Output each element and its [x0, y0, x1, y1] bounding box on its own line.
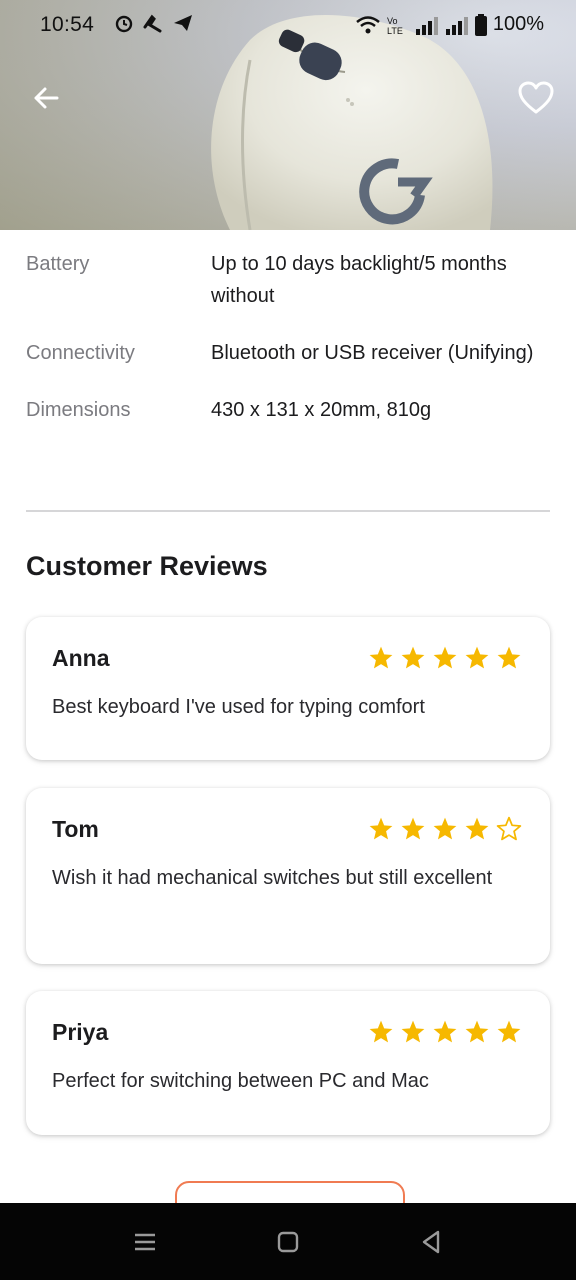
battery-icon	[474, 13, 487, 36]
status-time: 10:54	[40, 13, 95, 36]
review-card: Anna Best keyboard I've used for typing …	[26, 617, 550, 760]
arrow-left-icon	[34, 87, 59, 109]
home-square-icon[interactable]	[273, 1227, 303, 1257]
signal-icon	[415, 16, 438, 35]
review-card: Priya Perfect for switching between PC a…	[26, 991, 550, 1135]
spec-row-connectivity: Connectivity Bluetooth or USB receiver (…	[26, 337, 550, 369]
alarm-icon	[115, 15, 133, 33]
signal-icon	[445, 16, 468, 35]
review-text: Perfect for switching between PC and Mac	[52, 1070, 429, 1092]
svg-text:LTE: LTE	[387, 26, 403, 35]
reviewer-name: Tom	[52, 816, 99, 842]
spec-label: Connectivity	[26, 342, 135, 364]
spec-label: Battery	[26, 253, 90, 275]
volte-icon: VoLTE	[387, 16, 403, 35]
star-rating	[368, 816, 522, 842]
svg-text:Vo: Vo	[387, 16, 398, 26]
star-filled-icon	[369, 1020, 393, 1043]
review-text: Best keyboard I've used for typing comfo…	[52, 696, 425, 718]
spec-label: Dimensions	[26, 399, 131, 421]
star-rating	[368, 645, 522, 671]
telegram-icon	[174, 15, 192, 31]
spec-value: Up to 10 days backlight/5 months without	[211, 253, 507, 307]
call-icon	[143, 14, 162, 33]
review-text: Wish it had mechanical switches but stil…	[52, 867, 493, 889]
spec-list: Battery Up to 10 days backlight/5 months…	[26, 248, 550, 451]
star-filled-icon	[433, 646, 457, 669]
star-filled-icon	[433, 1020, 457, 1043]
star-filled-icon	[369, 817, 393, 840]
battery-percent: 100%	[492, 13, 544, 35]
system-nav-bar	[0, 1203, 576, 1280]
back-triangle-icon[interactable]	[416, 1227, 446, 1257]
reviewer-name: Anna	[52, 645, 110, 671]
menu-icon[interactable]	[130, 1227, 160, 1257]
star-filled-icon	[401, 646, 425, 669]
star-rating	[368, 1019, 522, 1045]
status-bar: 10:54 Vo LTE 100%	[0, 0, 576, 52]
review-card: Tom Wish it had mechanical switches but …	[26, 788, 550, 964]
back-button[interactable]	[26, 78, 66, 118]
heart-outline-icon	[518, 81, 554, 114]
reviews-section-title: Customer Reviews	[26, 551, 268, 581]
star-filled-icon	[465, 817, 489, 840]
star-filled-icon	[433, 817, 457, 840]
star-outline-icon	[496, 816, 522, 841]
spec-value: 430 x 131 x 20mm, 810g	[211, 399, 432, 421]
wifi-icon	[356, 15, 380, 33]
reviewer-name: Priya	[52, 1019, 109, 1045]
divider	[26, 510, 550, 512]
star-filled-icon	[465, 1020, 489, 1043]
star-filled-icon	[465, 646, 489, 669]
star-filled-icon	[401, 1020, 425, 1043]
spec-value: Bluetooth or USB receiver (Unifying)	[211, 342, 534, 364]
favorite-button[interactable]	[516, 78, 556, 118]
star-filled-icon	[369, 646, 393, 669]
spec-row-dimensions: Dimensions 430 x 131 x 20mm, 810g	[26, 394, 550, 426]
spec-row-battery: Battery Up to 10 days backlight/5 months…	[26, 248, 550, 312]
product-hero-image: 10:54 Vo LTE 100%	[0, 0, 576, 230]
star-filled-icon	[401, 817, 425, 840]
star-filled-icon	[497, 1020, 521, 1043]
star-filled-icon	[497, 646, 521, 669]
